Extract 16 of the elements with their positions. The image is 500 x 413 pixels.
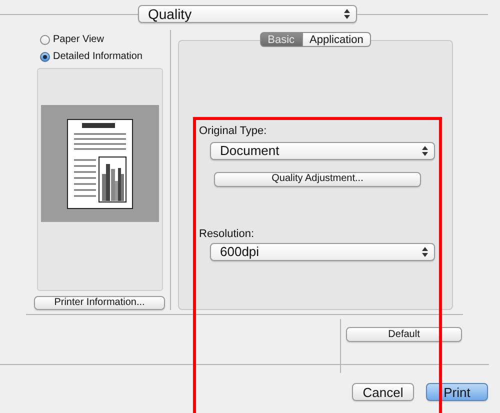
default-button[interactable]: Default: [346, 327, 462, 342]
field-label: Original Type:: [199, 124, 267, 139]
field-label: Resolution:: [199, 226, 254, 242]
printer-information-button[interactable]: Printer Information...: [34, 296, 165, 310]
up-down-arrows-icon: [344, 9, 350, 19]
panel-menu[interactable]: Quality: [138, 5, 357, 23]
tab[interactable]: Application: [302, 32, 372, 47]
up-down-arrows-icon: [422, 247, 428, 257]
quality-adjustment-button[interactable]: Quality Adjustment...: [214, 172, 421, 186]
original-type-dropdown[interactable]: Document: [210, 142, 435, 160]
cancel-button[interactable]: Cancel: [352, 383, 414, 401]
print-button[interactable]: Print: [426, 383, 488, 401]
radio-option[interactable]: Detailed Information: [40, 49, 142, 64]
radio-option[interactable]: Paper View: [40, 32, 104, 47]
resolution-dropdown[interactable]: 600dpi: [210, 243, 435, 261]
up-down-arrows-icon: [422, 146, 428, 156]
